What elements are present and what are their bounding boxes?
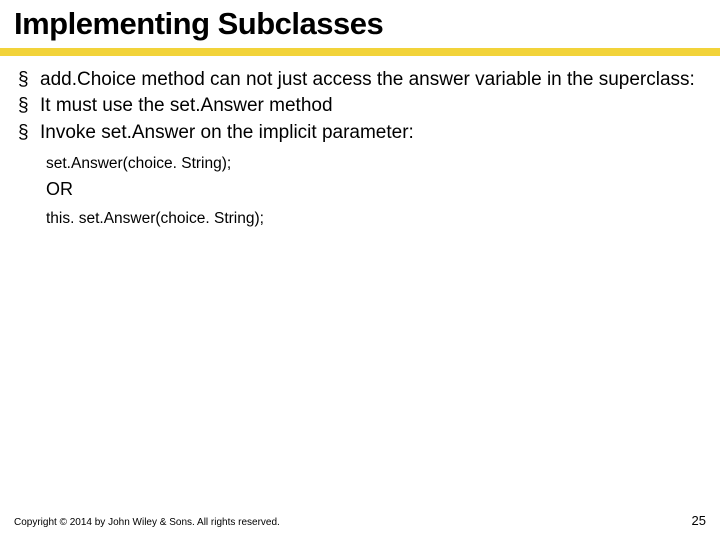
- footer: Copyright © 2014 by John Wiley & Sons. A…: [14, 513, 706, 528]
- code-line: set.Answer(choice. String);: [46, 155, 702, 173]
- code-block-2: this. set.Answer(choice. String);: [18, 210, 702, 228]
- slide: Implementing Subclasses add.Choice metho…: [0, 0, 720, 540]
- code-line: this. set.Answer(choice. String);: [46, 210, 702, 228]
- content-area: add.Choice method can not just access th…: [0, 68, 720, 228]
- copyright-text: Copyright © 2014 by John Wiley & Sons. A…: [14, 517, 280, 528]
- page-title: Implementing Subclasses: [0, 0, 720, 48]
- bullet-item: add.Choice method can not just access th…: [18, 68, 702, 92]
- page-number: 25: [692, 513, 706, 528]
- bullet-item: It must use the set.Answer method: [18, 94, 702, 118]
- bullet-item: Invoke set.Answer on the implicit parame…: [18, 121, 702, 145]
- code-block-1: set.Answer(choice. String);: [18, 155, 702, 173]
- or-label: OR: [18, 179, 702, 200]
- bullet-list: add.Choice method can not just access th…: [18, 68, 702, 145]
- title-underline: [0, 48, 720, 56]
